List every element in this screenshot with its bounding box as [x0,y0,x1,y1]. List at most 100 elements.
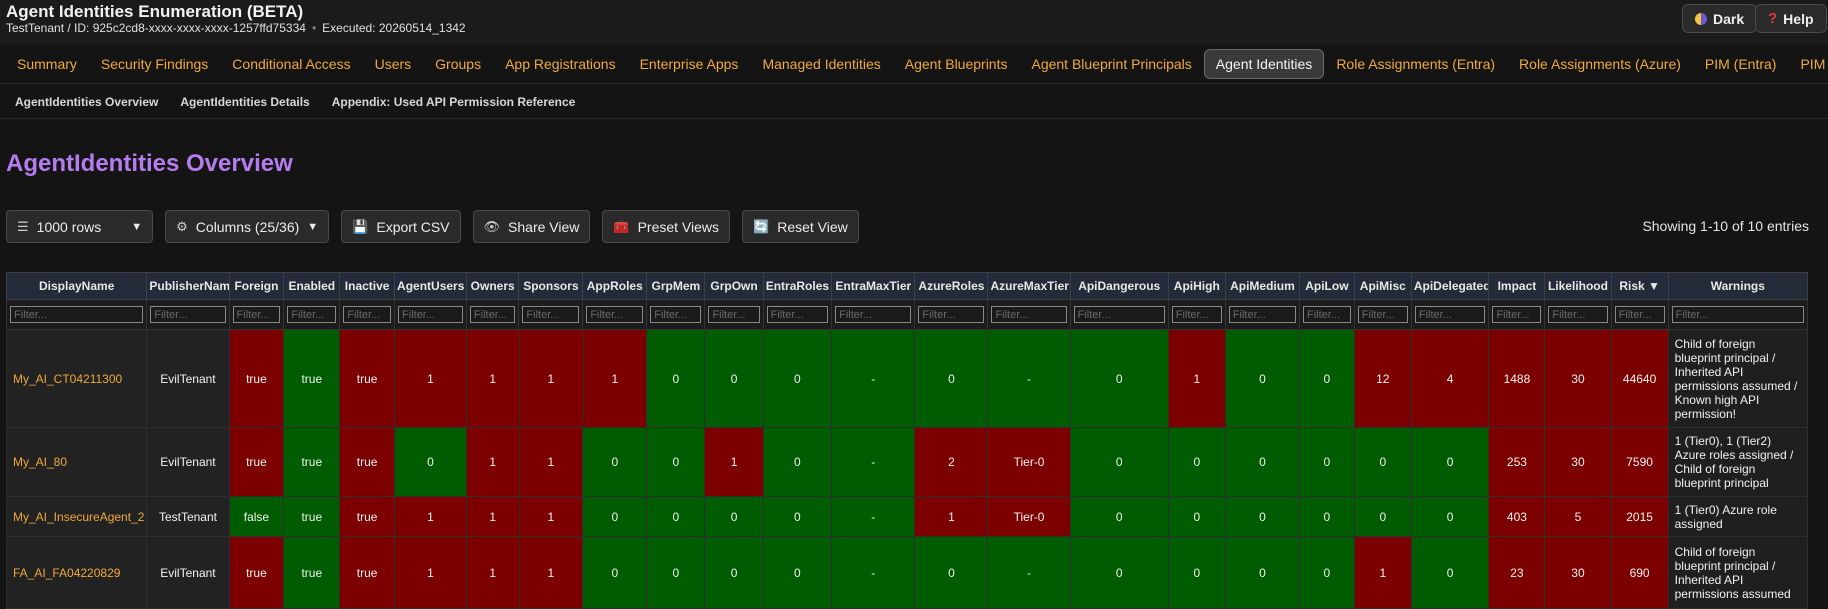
cell-azureroles: 2 [914,427,989,497]
filter-input-apilow[interactable] [1303,306,1351,323]
filter-cell [1667,299,1809,330]
column-header-inactive[interactable]: Inactive [339,272,396,300]
column-header-apilow[interactable]: ApiLow [1299,272,1355,300]
cell-entramaxtier: - [831,329,916,428]
filter-input-owners[interactable] [469,306,516,323]
rows-per-page-select[interactable]: ☰ 1000 rows ▼ [6,210,154,243]
column-header-risk[interactable]: Risk ▼ [1610,272,1669,300]
preset-views-button[interactable]: 🧰 Preset Views [602,210,731,243]
filter-input-warnings[interactable] [1671,306,1804,323]
help-button[interactable]: ? Help [1755,4,1827,33]
tab-role-assignments-azure[interactable]: Role Assignments (Azure) [1507,49,1693,79]
tab-app-registrations[interactable]: App Registrations [493,49,628,79]
columns-button[interactable]: ⚙ Columns (25/36) ▼ [165,210,330,243]
tab-agent-blueprint-principals[interactable]: Agent Blueprint Principals [1019,49,1203,79]
cell-apimisc: 12 [1353,329,1412,428]
column-header-publishername[interactable]: PublisherName [146,272,230,300]
column-header-azuremaxtier[interactable]: AzureMaxTier [987,272,1071,300]
column-header-displayname[interactable]: DisplayName [5,272,148,300]
tab-groups[interactable]: Groups [423,49,493,79]
tab-managed-identities[interactable]: Managed Identities [750,49,892,79]
column-header-approles[interactable]: AppRoles [582,272,648,300]
column-header-grpown[interactable]: GrpOwn [704,272,764,300]
share-view-button[interactable]: 👁 Share View [472,210,591,243]
filter-input-enabled[interactable] [287,306,337,323]
column-header-apidangerous[interactable]: ApiDangerous [1069,272,1169,300]
filter-input-inactive[interactable] [343,306,392,323]
filter-cell [518,299,584,330]
tab-agent-identities[interactable]: Agent Identities [1203,49,1325,79]
display-name-link[interactable]: My_AI_80 [5,427,148,497]
cell-approles: 1 [582,329,648,428]
tab-pim-entra[interactable]: PIM (Entra) [1693,49,1789,79]
filter-input-agentusers[interactable] [398,306,463,323]
table-row[interactable]: My_AI_InsecureAgent_2 TestTenant false true… [5,496,1809,537]
filter-input-risk[interactable] [1614,306,1665,323]
table-row[interactable]: FA_AI_FA04220829 EvilTenant true true true 1 1… [5,536,1809,609]
gear-icon: ⚙ [176,218,188,234]
filter-input-impact[interactable] [1492,306,1542,323]
filter-input-azureroles[interactable] [918,306,985,323]
column-header-owners[interactable]: Owners [465,272,520,300]
column-header-entramaxtier[interactable]: EntraMaxTier [831,272,916,300]
reset-view-button[interactable]: 🔄 Reset View [742,210,859,243]
column-header-grpmem[interactable]: GrpMem [646,272,706,300]
filter-input-apidangerous[interactable] [1073,306,1165,323]
filter-input-apihigh[interactable] [1171,306,1222,323]
tab-pim-groups[interactable]: PIM (Groups) [1788,49,1828,79]
cell-risk: 7590 [1610,427,1669,497]
table-row[interactable]: My_AI_80 EvilTenant true true true 0 1 1 0 0 1 0-2 T… [5,427,1809,497]
table-row[interactable]: My_AI_CT04211300 EvilTenant true true true 1 1… [5,329,1809,428]
column-header-apimisc[interactable]: ApiMisc [1353,272,1412,300]
filter-input-azuremaxtier[interactable] [991,306,1067,323]
column-header-agentusers[interactable]: AgentUsers [394,272,467,300]
column-header-enabled[interactable]: Enabled [283,272,341,300]
column-header-likelihood[interactable]: Likelihood [1544,272,1612,300]
column-header-apimedium[interactable]: ApiMedium [1224,272,1301,300]
filter-input-sponsors[interactable] [522,306,580,323]
column-header-impact[interactable]: Impact [1488,272,1546,300]
filter-input-likelihood[interactable] [1548,306,1608,323]
subnav-agentidentities-overview[interactable]: AgentIdentities Overview [4,95,169,109]
column-header-apihigh[interactable]: ApiHigh [1167,272,1226,300]
tab-summary[interactable]: Summary [5,49,89,79]
cell-entraroles: 0 [762,496,833,537]
filter-input-entramaxtier[interactable] [835,306,912,323]
column-header-apidelegated[interactable]: ApiDelegated [1410,272,1490,300]
filter-input-apimedium[interactable] [1228,306,1296,323]
filter-input-apidelegated[interactable] [1414,306,1486,323]
export-csv-button[interactable]: 💾 Export CSV [341,210,461,243]
filter-input-grpown[interactable] [708,306,760,323]
tab-role-assignments-entra[interactable]: Role Assignments (Entra) [1324,49,1507,79]
display-name-link[interactable]: FA_AI_FA04220829 [5,536,148,609]
filter-input-approles[interactable] [586,306,644,323]
executed-timestamp: Executed: 20260514_1342 [322,21,466,35]
display-name-link[interactable]: My_AI_InsecureAgent_2 [5,496,148,537]
filter-input-grpmem[interactable] [650,306,702,323]
subnav-appendix-used-api-permission-reference[interactable]: Appendix: Used API Permission Reference [321,95,587,109]
filter-input-entraroles[interactable] [766,306,829,323]
cell-publishername: TestTenant [146,496,230,537]
cell-entraroles: 0 [762,427,833,497]
column-header-sponsors[interactable]: Sponsors [518,272,584,300]
tab-conditional-access[interactable]: Conditional Access [220,49,362,79]
theme-toggle-button[interactable]: Dark [1682,4,1758,33]
filter-input-displayname[interactable] [10,306,144,323]
tab-agent-blueprints[interactable]: Agent Blueprints [893,49,1020,79]
display-name-link[interactable]: My_AI_CT04211300 [5,329,148,428]
cell-apihigh: 0 [1167,536,1226,609]
tab-users[interactable]: Users [363,49,424,79]
cell-publishername: EvilTenant [146,427,230,497]
column-header-warnings[interactable]: Warnings [1667,272,1809,300]
column-header-entraroles[interactable]: EntraRoles [762,272,833,300]
cell-foreign: true [228,536,285,609]
filter-input-apimisc[interactable] [1357,306,1408,323]
subnav-agentidentities-details[interactable]: AgentIdentities Details [169,95,320,109]
cell-grpmem: 0 [646,496,706,537]
column-header-azureroles[interactable]: AzureRoles [914,272,989,300]
filter-input-foreign[interactable] [232,306,281,323]
filter-input-publishername[interactable] [150,306,226,323]
tab-security-findings[interactable]: Security Findings [89,49,220,79]
tab-enterprise-apps[interactable]: Enterprise Apps [628,49,751,79]
column-header-foreign[interactable]: Foreign [228,272,285,300]
